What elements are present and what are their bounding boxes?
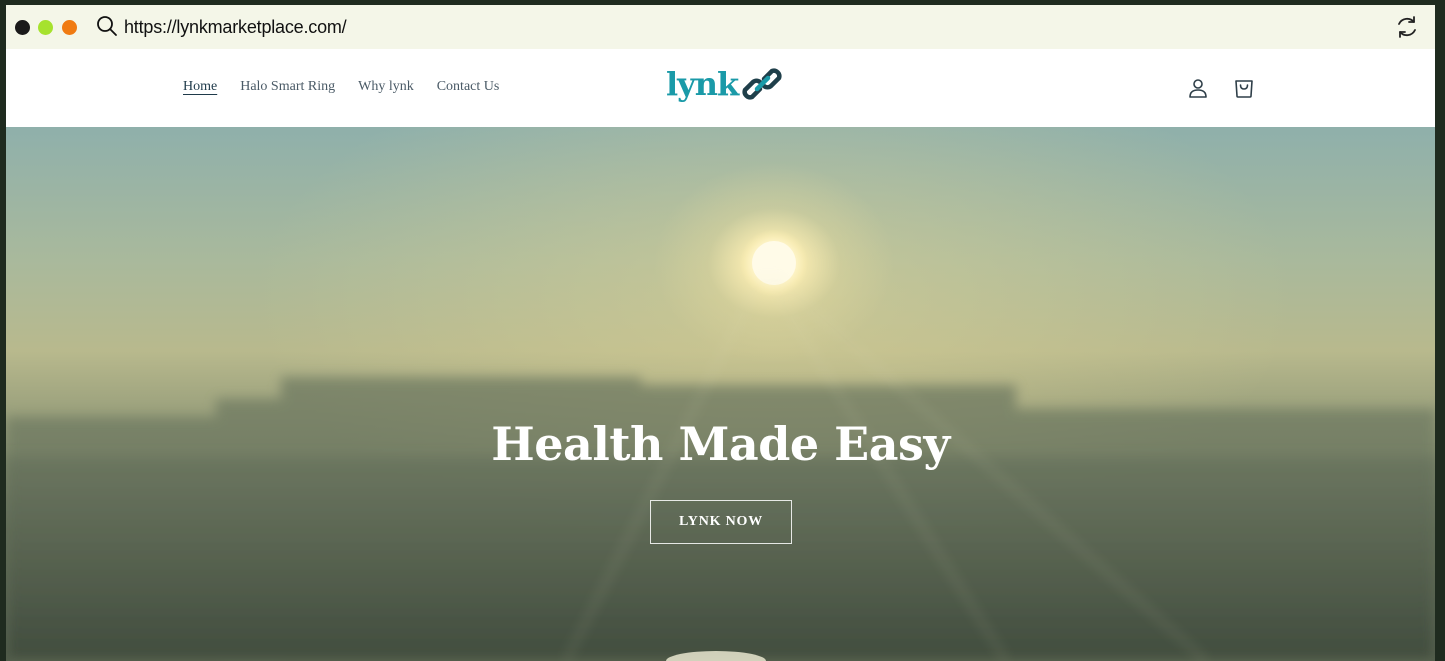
search-icon[interactable] <box>96 15 118 37</box>
hero-title: Health Made Easy <box>491 417 950 471</box>
main-nav: Home Halo Smart Ring Why lynk Contact Us <box>183 79 499 95</box>
account-icon[interactable] <box>1186 76 1210 100</box>
window-close-button[interactable] <box>15 20 30 35</box>
address-bar[interactable]: https://lynkmarketplace.com/ <box>124 17 347 38</box>
nav-halo-smart-ring[interactable]: Halo Smart Ring <box>240 79 335 95</box>
browser-toolbar: https://lynkmarketplace.com/ <box>6 5 1435 49</box>
nav-home[interactable]: Home <box>183 79 217 95</box>
hero-background-image <box>6 229 1435 661</box>
site-logo[interactable]: lynk <box>666 65 784 103</box>
link-icon <box>742 68 782 100</box>
site-header: Home Halo Smart Ring Why lynk Contact Us… <box>6 49 1435 127</box>
reload-icon[interactable] <box>1393 13 1421 41</box>
window-minimize-button[interactable] <box>38 20 53 35</box>
nav-why-lynk[interactable]: Why lynk <box>358 79 414 95</box>
logo-text: lynk <box>666 65 739 103</box>
screen-frame: https://lynkmarketplace.com/ Home Halo S… <box>0 0 1445 661</box>
window-maximize-button[interactable] <box>62 20 77 35</box>
cart-icon[interactable] <box>1232 76 1256 100</box>
header-actions <box>1186 76 1256 100</box>
hero-banner: Health Made Easy LYNK NOW <box>6 127 1435 661</box>
nav-contact-us[interactable]: Contact Us <box>437 79 500 95</box>
lynk-now-button[interactable]: LYNK NOW <box>650 500 792 544</box>
